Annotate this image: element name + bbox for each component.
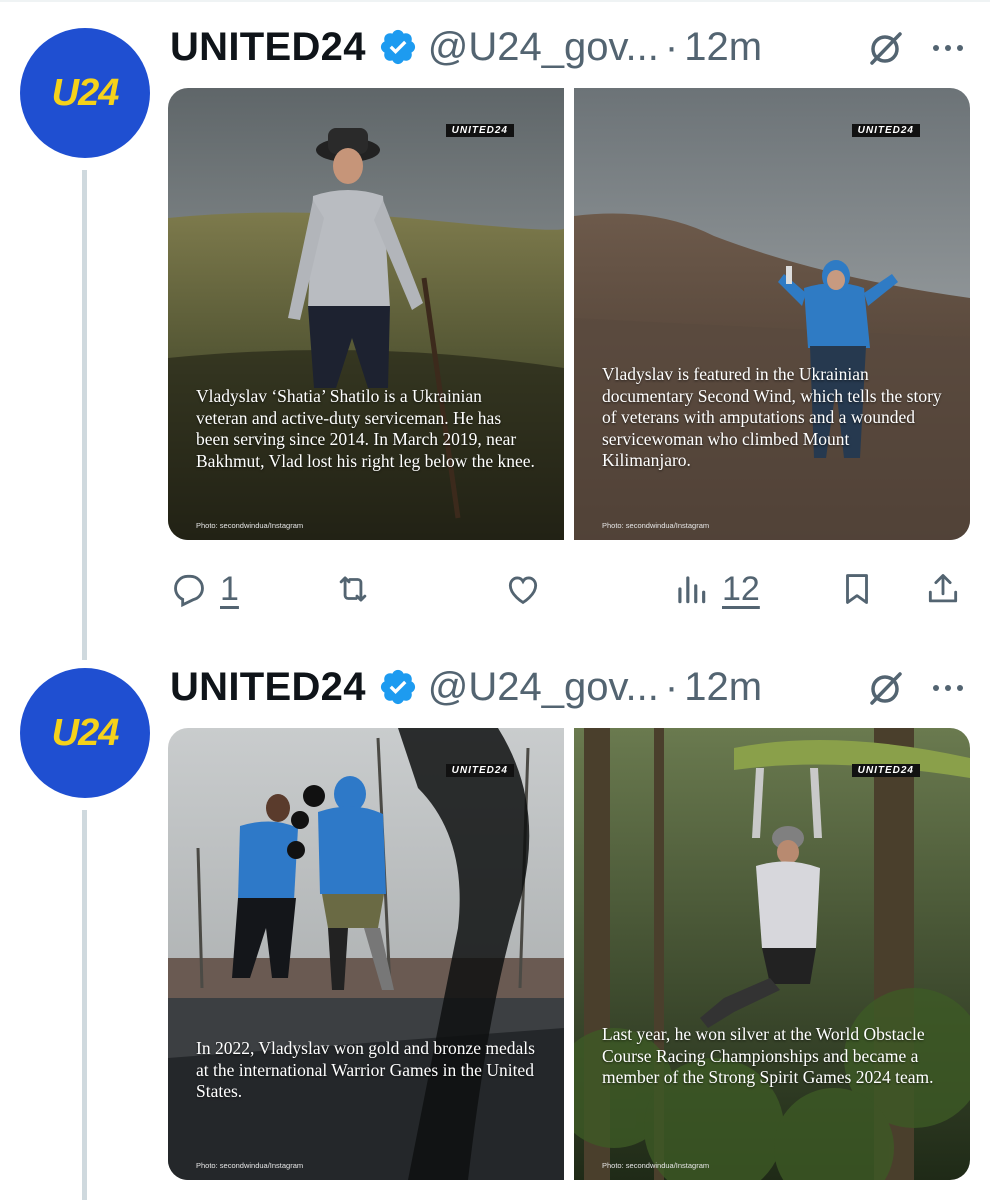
share-button[interactable]	[924, 564, 962, 614]
watermark: UNITED24	[851, 764, 920, 777]
photo-2[interactable]: UNITED24 Vladyslav is featured in the Uk…	[574, 88, 970, 540]
avatar[interactable]: U24	[20, 668, 150, 798]
timestamp[interactable]: 12m	[684, 665, 762, 710]
tweet-2[interactable]: U24 UNITED24 @U24_gov... · 12m UNITED24 …	[0, 660, 990, 1200]
watermark: UNITED24	[445, 764, 514, 777]
photo-image	[574, 728, 970, 1180]
bookmark-button[interactable]	[838, 564, 876, 614]
more-icon[interactable]	[928, 38, 968, 58]
tweet-header: UNITED24 @U24_gov... · 12m	[170, 22, 762, 72]
avatar[interactable]: U24	[20, 28, 150, 158]
grok-icon[interactable]	[866, 28, 906, 68]
reply-icon	[174, 574, 204, 608]
photo-caption: Last year, he won silver at the World Ob…	[602, 1024, 934, 1087]
retweet-button[interactable]	[334, 564, 372, 614]
action-bar: 1 12	[168, 564, 970, 614]
like-button[interactable]	[504, 564, 542, 614]
share-icon	[928, 574, 958, 603]
tweet-header: UNITED24 @U24_gov... · 12m	[170, 662, 762, 712]
photo-credit: Photo: secondwindua/Instagram	[602, 1161, 710, 1170]
views-count: 12	[722, 569, 760, 608]
thread-line	[82, 810, 87, 1200]
media-grid: UNITED24 Vladyslav ‘Shatia’ Shatilo is a…	[168, 88, 970, 540]
retweet-icon	[339, 576, 367, 602]
reply-count: 1	[220, 569, 239, 608]
reply-button[interactable]: 1	[170, 564, 239, 614]
photo-3[interactable]: UNITED24 In 2022, Vladyslav won gold and…	[168, 728, 564, 1180]
bookmark-icon	[846, 574, 868, 604]
tweet-1[interactable]: U24 UNITED24 @U24_gov... · 12m UNITED24 …	[0, 0, 990, 660]
media-grid: UNITED24 In 2022, Vladyslav won gold and…	[168, 728, 970, 1180]
photo-caption: In 2022, Vladyslav won gold and bronze m…	[196, 1038, 535, 1101]
watermark: UNITED24	[851, 124, 920, 137]
avatar-text: U24	[51, 711, 120, 754]
author-handle[interactable]: @U24_gov...	[428, 25, 659, 70]
photo-caption: Vladyslav is featured in the Ukrainian d…	[602, 364, 942, 470]
separator-dot: ·	[664, 24, 679, 69]
author-handle[interactable]: @U24_gov...	[428, 665, 659, 710]
photo-image	[574, 88, 970, 540]
more-icon[interactable]	[928, 678, 968, 698]
separator-dot: ·	[664, 664, 679, 709]
avatar-text: U24	[51, 71, 120, 114]
like-icon	[508, 576, 538, 605]
views-icon	[678, 576, 706, 604]
photo-image	[168, 88, 564, 540]
verified-badge-icon	[380, 669, 415, 705]
photo-1[interactable]: UNITED24 Vladyslav ‘Shatia’ Shatilo is a…	[168, 88, 564, 540]
views-button[interactable]: 12	[672, 564, 760, 614]
author-name[interactable]: UNITED24	[170, 25, 366, 70]
photo-credit: Photo: secondwindua/Instagram	[602, 521, 710, 530]
grok-icon[interactable]	[866, 668, 906, 708]
photo-4[interactable]: UNITED24 Last year, he won silver at the…	[574, 728, 970, 1180]
thread-line	[82, 170, 87, 660]
photo-image	[168, 728, 564, 1180]
photo-credit: Photo: secondwindua/Instagram	[196, 521, 304, 530]
author-name[interactable]: UNITED24	[170, 665, 366, 710]
photo-caption: Vladyslav ‘Shatia’ Shatilo is a Ukrainia…	[196, 386, 535, 471]
watermark: UNITED24	[445, 124, 514, 137]
verified-badge-icon	[380, 29, 415, 65]
photo-credit: Photo: secondwindua/Instagram	[196, 1161, 304, 1170]
timestamp[interactable]: 12m	[684, 25, 762, 70]
